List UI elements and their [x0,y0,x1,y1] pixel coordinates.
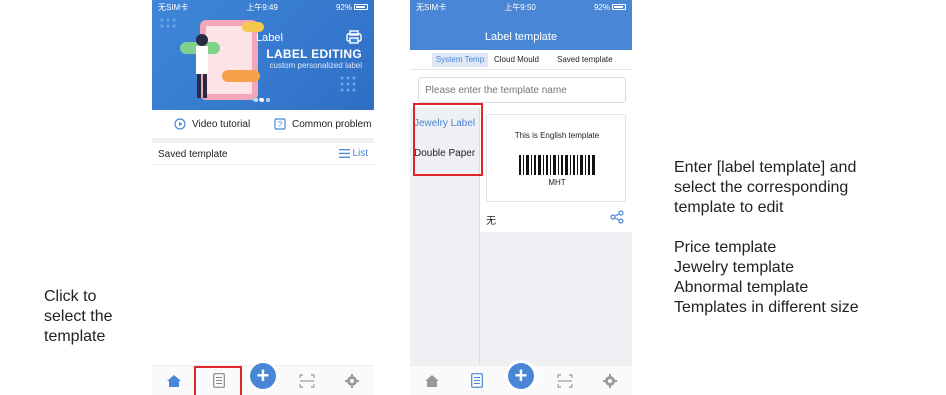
tab-bar: + [152,362,374,395]
banner-subtitle: custom personalized label [269,61,363,70]
question-icon: ? [274,118,286,130]
template-item[interactable]: This is English template MHT 无 [480,108,632,232]
play-icon [174,118,186,130]
home-icon [425,374,440,387]
tab-home[interactable] [160,370,188,392]
template-card[interactable]: This is English template MHT [486,114,626,202]
banner[interactable]: 无SIM卡 上午9:49 92% Label LABEL EDITING cus… [152,0,374,110]
battery-percent: 92% [593,2,610,12]
left-caption-line: template [44,328,106,345]
tab-cloud-mould[interactable]: Cloud Mould [494,53,539,67]
barcode-text: MHT [548,178,566,187]
tab-system-temp-label: System Temp [435,55,485,64]
battery-percent: 92% [335,2,352,12]
banner-title: LABEL EDITING [266,47,362,61]
left-caption-line: Click to [44,288,97,305]
right-caption-line: select the corresponding [674,179,849,196]
document-icon [471,373,484,388]
common-problem-button[interactable]: ? Common problem [274,116,371,132]
list-label: List [352,148,368,159]
right-caption: Enter [label template] and select the co… [674,158,859,318]
header-title: Label template [484,31,558,43]
left-caption-line: select the [44,308,113,325]
scan-icon [299,373,315,388]
battery-icon [353,4,368,11]
status-time: 上午9:50 [504,2,536,12]
svg-text:?: ? [278,120,283,129]
template-card-heading: This is English template [514,131,600,140]
tab-system-temp[interactable]: System Temp [432,53,488,67]
video-tutorial-button[interactable]: Video tutorial [174,116,250,132]
left-caption: Click to select the template [44,287,112,347]
template-footer-label: 无 [486,216,496,227]
status-bar: 无SIM卡 上午9:49 92% [152,0,374,14]
tab-cloud-mould-label: Cloud Mould [494,55,539,64]
tab-saved-template-label: Saved template [557,55,613,64]
status-battery: 92% [336,3,368,12]
search-input[interactable] [418,77,626,103]
template-tabs: System Temp Cloud Mould Saved template [410,50,632,70]
right-caption-item: Abnormal template [674,279,809,296]
video-tutorial-label: Video tutorial [192,118,251,130]
right-caption-item: Templates in different size [674,299,859,316]
common-problem-label: Common problem [292,118,372,130]
tab-bar: + [410,362,632,395]
list-icon [339,149,351,158]
highlight-category-list [413,103,483,176]
right-caption-item: Price template [674,239,777,256]
right-caption-line: template to edit [674,199,784,216]
status-battery: 92% [594,3,626,12]
tab-settings[interactable] [338,370,366,392]
status-time: 上午9:49 [246,2,278,12]
add-button[interactable]: + [507,362,534,389]
tab-saved-template[interactable]: Saved template [557,53,613,67]
status-carrier: 无SIM卡 [416,2,447,12]
right-caption-line: Enter [label template] and [674,159,857,176]
share-icon[interactable] [610,210,624,224]
gear-icon [344,373,359,388]
tab-template[interactable] [463,370,491,392]
home-icon [167,374,182,387]
status-bar: 无SIM卡 上午9:50 92% [410,0,632,14]
status-carrier: 无SIM卡 [158,2,189,12]
banner-brand: Label [256,32,283,44]
highlight-template-tab [194,366,242,395]
printer-icon[interactable] [346,30,362,44]
gear-icon [602,373,617,388]
tab-settings[interactable] [596,370,624,392]
battery-icon [611,4,626,11]
phone-screen-home: 无SIM卡 上午9:49 92% Label LABEL EDITING cus… [152,0,374,395]
tab-scan[interactable] [551,370,579,392]
tab-home[interactable] [418,370,446,392]
tab-scan[interactable] [293,370,321,392]
scan-icon [557,373,573,388]
saved-template-header: Saved template List [152,143,374,165]
barcode-image [519,155,595,175]
banner-page-dots [252,98,269,101]
saved-template-title: Saved template [158,149,228,160]
right-caption-item: Jewelry template [674,259,795,276]
phone-screen-label-template: 无SIM卡 上午9:50 92% Label template System T… [410,0,632,395]
list-view-button[interactable]: List [339,148,368,159]
add-button[interactable]: + [249,362,276,389]
